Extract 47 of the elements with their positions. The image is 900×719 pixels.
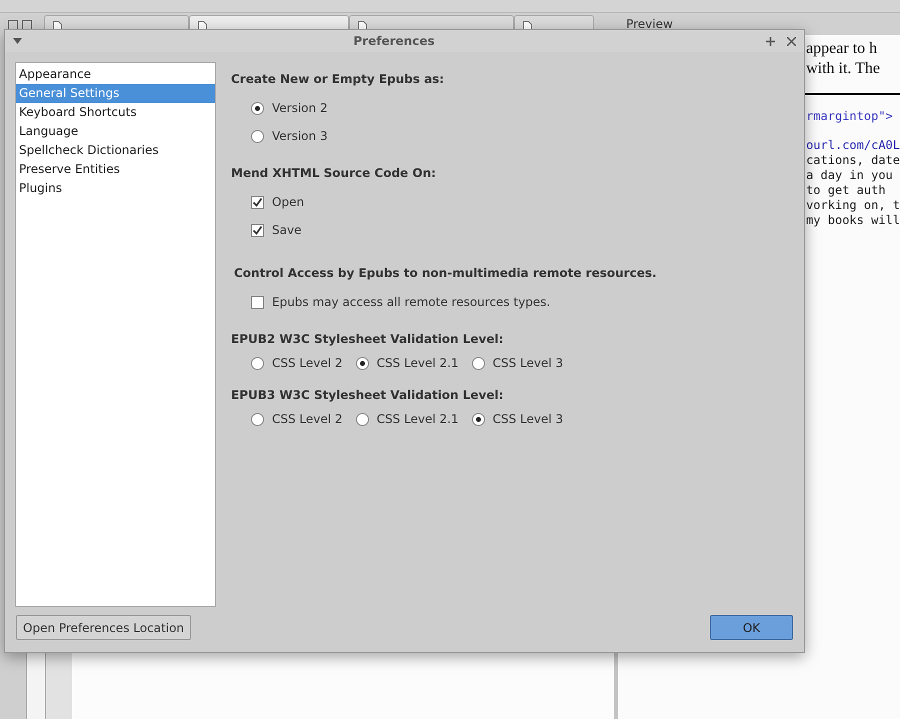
close-icon[interactable] xyxy=(787,36,796,46)
section-heading: Control Access by Epubs to non-multimedia remote resources. xyxy=(233,265,658,282)
radio-button[interactable] xyxy=(472,412,485,426)
open-location-button[interactable]: Open Preferences Location xyxy=(16,615,192,640)
section-heading: EPUB2 W3C Stylesheet Validation Level: xyxy=(231,331,504,348)
radio-button[interactable] xyxy=(251,356,264,370)
option-label: Version 2 xyxy=(272,100,328,117)
section-heading: EPUB3 W3C Stylesheet Validation Level: xyxy=(231,387,504,404)
ok-button[interactable]: OK xyxy=(710,615,793,640)
category-item[interactable]: Plugins xyxy=(16,179,215,198)
option-label: CSS Level 3 xyxy=(492,355,564,372)
radio-button[interactable] xyxy=(251,412,264,426)
option-label: Version 3 xyxy=(272,128,328,145)
radio-button[interactable] xyxy=(356,356,369,370)
checkbox[interactable] xyxy=(251,296,264,308)
option-label: CSS Level 2.1 xyxy=(376,411,459,428)
option-label: CSS Level 2.1 xyxy=(376,355,459,372)
code-line: rmargintop"> xyxy=(806,109,894,124)
option-label: Open xyxy=(272,194,304,211)
radio-button[interactable] xyxy=(251,102,264,114)
category-item[interactable]: Keyboard Shortcuts xyxy=(16,103,215,122)
section-heading: Create New or Empty Epubs as: xyxy=(231,71,446,88)
category-item[interactable]: Spellcheck Dictionaries xyxy=(16,141,215,160)
code-line: my books will xyxy=(806,213,900,228)
preview-text: appear to h xyxy=(806,39,878,59)
checkbox[interactable] xyxy=(251,224,264,236)
category-item[interactable]: Preserve Entities xyxy=(16,160,215,179)
option-label: Save xyxy=(272,222,302,239)
code-line: a day in you xyxy=(806,168,894,183)
option-label: CSS Level 2 xyxy=(272,411,343,428)
option-label: CSS Level 2 xyxy=(272,355,343,372)
radio-button[interactable] xyxy=(356,412,369,426)
radio-button[interactable] xyxy=(251,130,264,142)
category-item[interactable]: Appearance xyxy=(16,65,215,84)
section-heading: Mend XHTML Source Code On: xyxy=(231,165,437,182)
option-label: CSS Level 3 xyxy=(492,411,564,428)
option-label: Epubs may access all remote resources types. xyxy=(272,294,550,311)
radio-button[interactable] xyxy=(472,356,485,370)
preview-text: with it. The xyxy=(806,59,881,79)
category-item[interactable]: Language xyxy=(16,122,215,141)
dialog-title: Preferences xyxy=(353,33,435,50)
code-line: to get auth xyxy=(806,183,887,198)
code-line: cations, date xyxy=(806,153,900,168)
checkbox[interactable] xyxy=(251,196,264,208)
maximize-icon[interactable] xyxy=(766,36,775,46)
code-line: ourl.com/cA0L xyxy=(806,138,900,153)
code-line: vorking on, t xyxy=(806,198,900,213)
